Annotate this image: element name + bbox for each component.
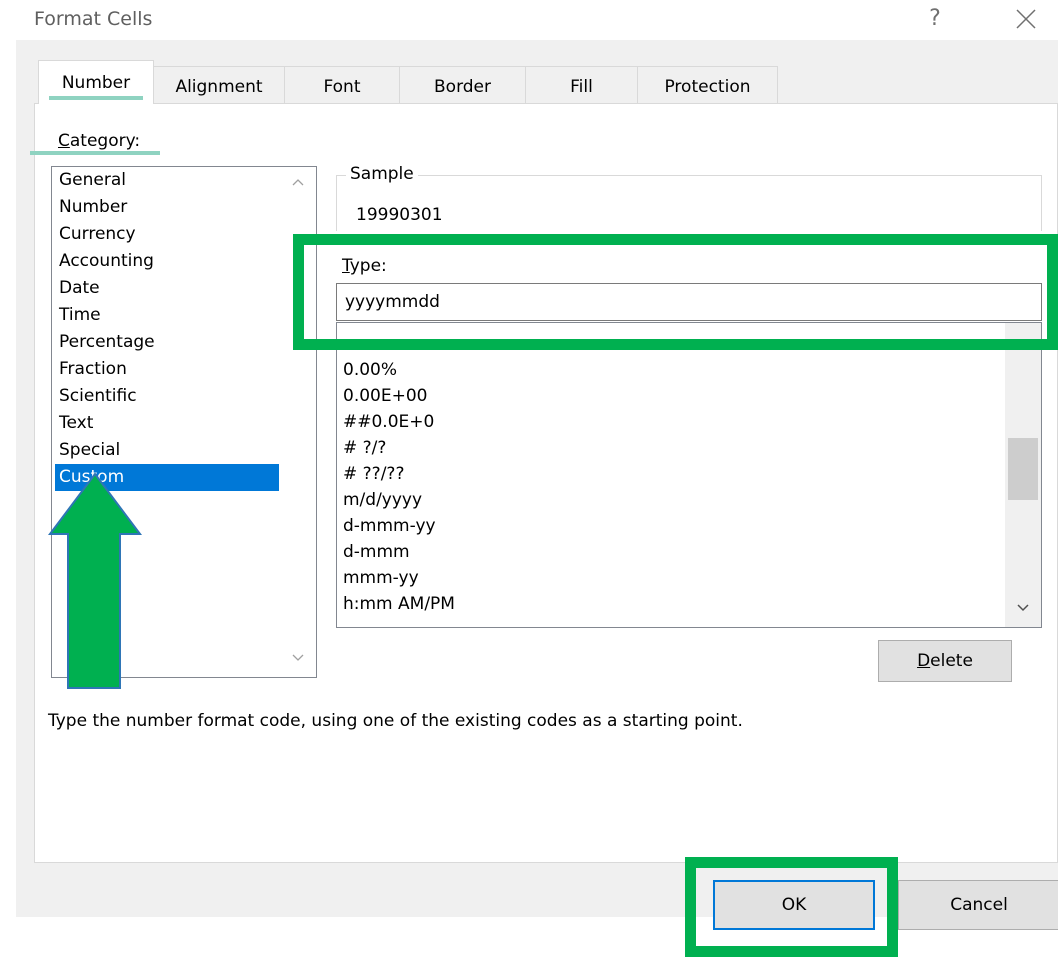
- tab-label: Fill: [570, 77, 593, 97]
- list-item[interactable]: m/d/yyyy: [343, 487, 422, 513]
- category-item-number[interactable]: Number: [55, 194, 279, 221]
- delete-access-key: D: [917, 651, 931, 671]
- tab-highlight-underline: [49, 96, 143, 100]
- description-text: Type the number format code, using one o…: [48, 711, 743, 731]
- category-item-special[interactable]: Special: [55, 437, 279, 464]
- tab-number[interactable]: Number: [38, 60, 154, 104]
- chevron-down-icon[interactable]: [291, 651, 305, 665]
- list-item[interactable]: # ?/?: [343, 435, 386, 461]
- cancel-button[interactable]: Cancel: [898, 880, 1058, 930]
- close-button[interactable]: [1006, 4, 1046, 34]
- tab-protection[interactable]: Protection: [637, 66, 778, 104]
- tab-fill[interactable]: Fill: [525, 66, 638, 104]
- category-label-text: ategory:: [69, 131, 141, 151]
- list-item[interactable]: 0.00E+00: [343, 383, 427, 409]
- tab-font[interactable]: Font: [284, 66, 400, 104]
- list-item[interactable]: h:mm AM/PM: [343, 591, 455, 617]
- delete-button[interactable]: Delete: [878, 640, 1012, 682]
- list-item[interactable]: d-mmm: [343, 539, 410, 565]
- list-item[interactable]: # ??/??: [343, 461, 404, 487]
- category-item-time[interactable]: Time: [55, 302, 279, 329]
- type-highlight-box: [293, 234, 1058, 350]
- scrollbar-thumb[interactable]: [1008, 438, 1038, 500]
- sample-label: Sample: [346, 164, 418, 184]
- category-item-currency[interactable]: Currency: [55, 221, 279, 248]
- ok-highlight-box: [685, 857, 898, 957]
- delete-label: elete: [930, 651, 973, 671]
- chevron-up-icon[interactable]: [291, 175, 305, 189]
- title-bar: Format Cells ?: [0, 0, 1058, 40]
- list-item[interactable]: 0.00%: [343, 357, 397, 383]
- tab-label: Protection: [664, 77, 751, 97]
- format-code-list[interactable]: 0.00% 0.00E+00 ##0.0E+0 # ?/? # ??/?? m/…: [336, 322, 1042, 628]
- tab-label: Border: [434, 77, 491, 97]
- category-item-date[interactable]: Date: [55, 275, 279, 302]
- format-list-scrollbar[interactable]: [1005, 323, 1041, 627]
- list-item[interactable]: d-mmm-yy: [343, 513, 436, 539]
- category-item-percentage[interactable]: Percentage: [55, 329, 279, 356]
- list-item[interactable]: ##0.0E+0: [343, 409, 434, 435]
- category-highlight-underline: [30, 151, 160, 155]
- category-item-general[interactable]: General: [55, 167, 279, 194]
- category-label-access-key: C: [58, 131, 70, 151]
- category-item-fraction[interactable]: Fraction: [55, 356, 279, 383]
- category-label: Category:: [58, 131, 140, 151]
- category-item-accounting[interactable]: Accounting: [55, 248, 279, 275]
- tab-alignment[interactable]: Alignment: [153, 66, 285, 104]
- tab-label: Alignment: [175, 77, 263, 97]
- category-item-text[interactable]: Text: [55, 410, 279, 437]
- tab-label: Font: [323, 77, 361, 97]
- chevron-down-icon[interactable]: [1016, 601, 1030, 615]
- arrow-up-icon: [48, 472, 142, 689]
- dialog-title: Format Cells: [34, 8, 153, 30]
- sample-value: 19990301: [356, 205, 443, 225]
- tab-label: Number: [61, 73, 131, 93]
- category-item-scientific[interactable]: Scientific: [55, 383, 279, 410]
- list-item[interactable]: mmm-yy: [343, 565, 419, 591]
- tab-border[interactable]: Border: [399, 66, 526, 104]
- close-icon: [1016, 9, 1036, 29]
- help-button[interactable]: ?: [920, 4, 950, 34]
